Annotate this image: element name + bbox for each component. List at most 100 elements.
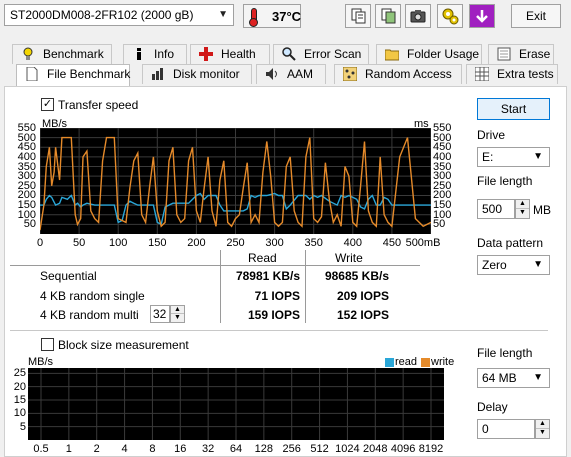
tab-label: Random Access	[365, 67, 452, 81]
thermometer-bulb	[249, 18, 258, 27]
random-single-read: 71 IOPS	[254, 289, 300, 303]
tab-info[interactable]: Info	[123, 44, 187, 64]
data-pattern-label: Data pattern	[477, 236, 544, 250]
tab-folder-usage[interactable]: Folder Usage	[376, 44, 482, 64]
data-pattern-select[interactable]: Zero ▼	[477, 255, 550, 275]
spin-down-icon[interactable]: ▼	[171, 314, 184, 322]
lightbulb-icon	[23, 47, 33, 60]
y-tick-label-right: 50	[433, 218, 446, 231]
block-size-checkbox[interactable]	[41, 338, 54, 351]
health-cross-icon	[199, 47, 213, 61]
info-icon	[137, 48, 141, 60]
tab-extra-tests[interactable]: Extra tests	[466, 64, 558, 84]
random-grid-icon	[343, 67, 357, 81]
transfer-graph	[39, 127, 432, 234]
file-icon	[26, 67, 38, 81]
delay-value: 0	[482, 422, 489, 436]
x-tick-label: 400	[343, 237, 362, 249]
tab-random-access[interactable]: Random Access	[334, 64, 462, 84]
block-x-tick-label: 2048	[363, 443, 388, 455]
y-tick-label: 50	[23, 218, 36, 231]
screenshot-button[interactable]	[405, 4, 431, 28]
block-y-unit: MB/s	[28, 356, 54, 368]
delay-spinner[interactable]: ▲ ▼	[535, 419, 550, 439]
row-label: 4 KB random multi	[40, 308, 139, 322]
legend-read-swatch	[385, 358, 394, 367]
drive-select[interactable]: ST2000DM008-2FR102 (2000 gB) ▼	[4, 4, 234, 26]
copy-text-button[interactable]	[345, 4, 371, 28]
options-button[interactable]	[437, 4, 463, 28]
tab-benchmark[interactable]: Benchmark	[12, 44, 112, 64]
tab-error-scan[interactable]: Error Scan	[273, 44, 369, 64]
save-down-button[interactable]	[469, 4, 495, 28]
block-y-tick-label: 10	[13, 407, 26, 420]
folder-icon	[385, 49, 399, 61]
legend-read-label: read	[395, 356, 418, 368]
delay-label: Delay	[477, 400, 508, 414]
delay-input[interactable]: 0	[477, 419, 535, 439]
exit-button[interactable]: Exit	[511, 4, 561, 28]
tab-health[interactable]: Health	[190, 44, 270, 64]
block-x-tick-label: 4096	[390, 443, 416, 455]
file-length-value: 500	[482, 202, 503, 216]
col-write-header: Write	[335, 251, 363, 265]
block-file-length-select[interactable]: 64 MB ▼	[477, 368, 550, 388]
block-x-tick-label: 128	[254, 443, 274, 455]
temperature-value: 37°C	[272, 9, 302, 24]
transfer-speed-checkbox[interactable]: ✓	[41, 98, 54, 111]
x-tick-label: 300	[265, 237, 284, 249]
tab-aam[interactable]: AAM	[256, 64, 326, 84]
block-x-tick-label: 8	[149, 443, 156, 455]
random-multi-read: 159 IOPS	[247, 308, 300, 322]
tab-label: Disk monitor	[173, 67, 240, 81]
tab-file-benchmark[interactable]: File Benchmark	[16, 64, 130, 86]
file-length-spinner[interactable]: ▲ ▼	[515, 199, 530, 219]
chevron-down-icon: ▼	[533, 259, 543, 270]
copy-image-button[interactable]	[375, 4, 401, 28]
block-file-length-label: File length	[477, 346, 533, 360]
block-x-tick-label: 16	[174, 443, 187, 455]
section-divider	[10, 330, 548, 331]
start-button[interactable]: Start	[477, 98, 550, 120]
random-multi-write: 152 IOPS	[336, 308, 389, 322]
temperature-display: 37°C	[243, 4, 301, 28]
spin-up-icon[interactable]: ▲	[171, 306, 184, 314]
tab-label: Folder Usage	[407, 47, 480, 61]
copy-text-icon	[351, 8, 366, 24]
queue-depth-input[interactable]: 32	[150, 305, 170, 323]
queue-depth-value: 32	[153, 307, 167, 321]
speaker-icon	[266, 68, 277, 80]
results-col-sep-1	[220, 250, 221, 323]
queue-depth-spinner[interactable]: ▲ ▼	[170, 305, 185, 323]
chevron-down-icon: ▼	[533, 372, 543, 383]
x-tick-label: 450	[382, 237, 402, 249]
extra-grid-icon	[475, 67, 489, 81]
erase-icon	[497, 47, 511, 61]
file-length-input[interactable]: 500	[477, 199, 515, 219]
x-tick-label: 500mB	[405, 237, 441, 249]
tab-erase[interactable]: Erase	[488, 44, 554, 64]
copy-image-icon	[381, 8, 396, 24]
spin-down-icon[interactable]: ▼	[536, 429, 549, 438]
spin-up-icon[interactable]: ▲	[516, 200, 529, 209]
row-label: Sequential	[40, 269, 97, 283]
block-x-tick-label: 1024	[335, 443, 360, 455]
block-x-tick-label: 8192	[418, 443, 444, 455]
sequential-read: 78981 KB/s	[235, 269, 300, 283]
tab-disk-monitor[interactable]: Disk monitor	[142, 64, 252, 84]
row-label: 4 KB random single	[40, 289, 145, 303]
spin-up-icon[interactable]: ▲	[536, 420, 549, 429]
block-y-tick-label: 25	[13, 367, 26, 380]
drive-letter-value: E:	[482, 150, 494, 164]
x-tick-label: 250	[226, 237, 245, 249]
transfer-chart	[39, 127, 432, 234]
x-tick-label: 100	[109, 237, 128, 249]
drive-letter-select[interactable]: E: ▼	[477, 147, 550, 167]
tab-label: Benchmark	[43, 47, 104, 61]
chevron-down-icon: ▼	[533, 151, 543, 162]
arrow-down-icon	[476, 10, 488, 23]
spin-down-icon[interactable]: ▼	[516, 209, 529, 218]
sequential-write: 98685 KB/s	[324, 269, 389, 283]
block-x-tick-label: 4	[121, 443, 128, 455]
tab-label: Info	[154, 47, 175, 61]
